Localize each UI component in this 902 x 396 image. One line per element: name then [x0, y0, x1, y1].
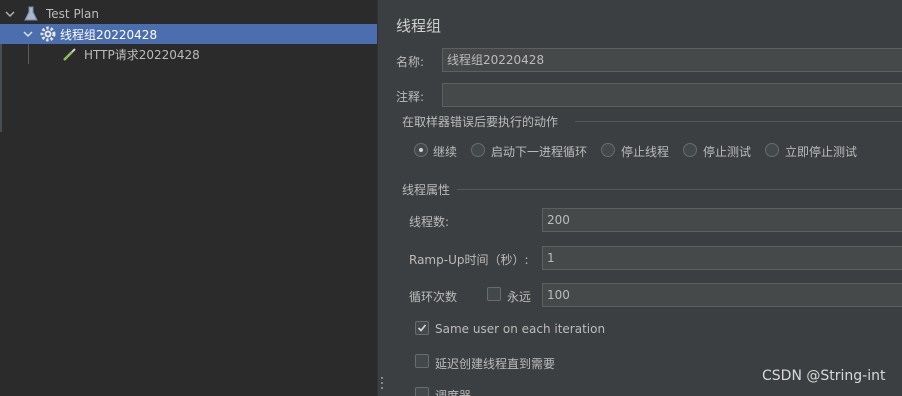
- loop-label: 循环次数: [409, 290, 458, 304]
- radio-stop-test-now-label: 立即停止测试: [785, 145, 858, 159]
- loop-count-field[interactable]: 100: [542, 283, 902, 307]
- grip-dot: [381, 382, 383, 384]
- tree-item-label: Test Plan: [46, 7, 99, 21]
- rampup-field[interactable]: 1: [542, 246, 902, 270]
- error-action-group-title: 在取样器错误后要执行的动作: [402, 115, 559, 129]
- forever-label: 永远: [507, 290, 532, 304]
- same-user-label: Same user on each iteration: [435, 322, 606, 336]
- tree-item-http-request[interactable]: HTTP请求20220428: [0, 44, 200, 64]
- forever-checkbox[interactable]: [487, 287, 501, 301]
- tree-panel: Test Plan 线程组20220428 HTTP请求20220428: [0, 0, 377, 396]
- same-user-checkbox[interactable]: [415, 321, 429, 335]
- rampup-label: Ramp-Up时间（秒）:: [409, 253, 529, 267]
- radio-continue[interactable]: [414, 143, 428, 157]
- comment-label: 注释:: [396, 90, 425, 104]
- name-label: 名称:: [396, 55, 425, 69]
- delay-thread-checkbox[interactable]: [415, 354, 429, 368]
- radio-next-loop[interactable]: [471, 143, 485, 157]
- grip-dot: [381, 387, 383, 389]
- thread-props-group-title: 线程属性: [402, 183, 451, 197]
- tree-item-label: HTTP请求20220428: [84, 47, 200, 62]
- checkmark-icon: [417, 324, 427, 332]
- radio-next-loop-label: 启动下一进程循环: [491, 145, 588, 159]
- test-plan-icon: [24, 6, 38, 21]
- thread-group-panel: 线程组 名称: 线程组20220428 注释: 在取样器错误后要执行的动作 继续…: [385, 0, 902, 396]
- radio-stop-thread[interactable]: [601, 143, 615, 157]
- radio-stop-test-now[interactable]: [765, 143, 779, 157]
- tree-item-label: 线程组20220428: [60, 27, 158, 42]
- pipette-icon: [63, 48, 76, 61]
- radio-stop-test[interactable]: [683, 143, 697, 157]
- scheduler-label: 调度器: [435, 389, 472, 396]
- group-divider: [575, 121, 902, 122]
- chevron-down-icon[interactable]: [22, 28, 34, 40]
- gear-icon: [40, 26, 56, 42]
- scheduler-checkbox[interactable]: [415, 387, 429, 396]
- threads-label: 线程数:: [409, 215, 450, 229]
- tree-item-thread-group[interactable]: 线程组20220428: [0, 24, 377, 44]
- comment-field[interactable]: [442, 83, 902, 107]
- tree-item-test-plan[interactable]: Test Plan: [0, 4, 99, 24]
- name-field[interactable]: 线程组20220428: [442, 48, 902, 72]
- delay-thread-label: 延迟创建线程直到需要: [435, 357, 556, 371]
- chevron-down-icon[interactable]: [4, 8, 16, 20]
- grip-dot: [381, 377, 383, 379]
- group-divider: [457, 189, 902, 190]
- radio-stop-test-label: 停止测试: [703, 145, 752, 159]
- radio-stop-thread-label: 停止线程: [621, 145, 670, 159]
- threads-field[interactable]: 200: [542, 208, 902, 232]
- splitter-handle[interactable]: [377, 0, 385, 396]
- radio-continue-label: 继续: [433, 145, 458, 159]
- watermark: CSDN @String-int: [762, 368, 886, 384]
- page-title: 线程组: [396, 17, 442, 35]
